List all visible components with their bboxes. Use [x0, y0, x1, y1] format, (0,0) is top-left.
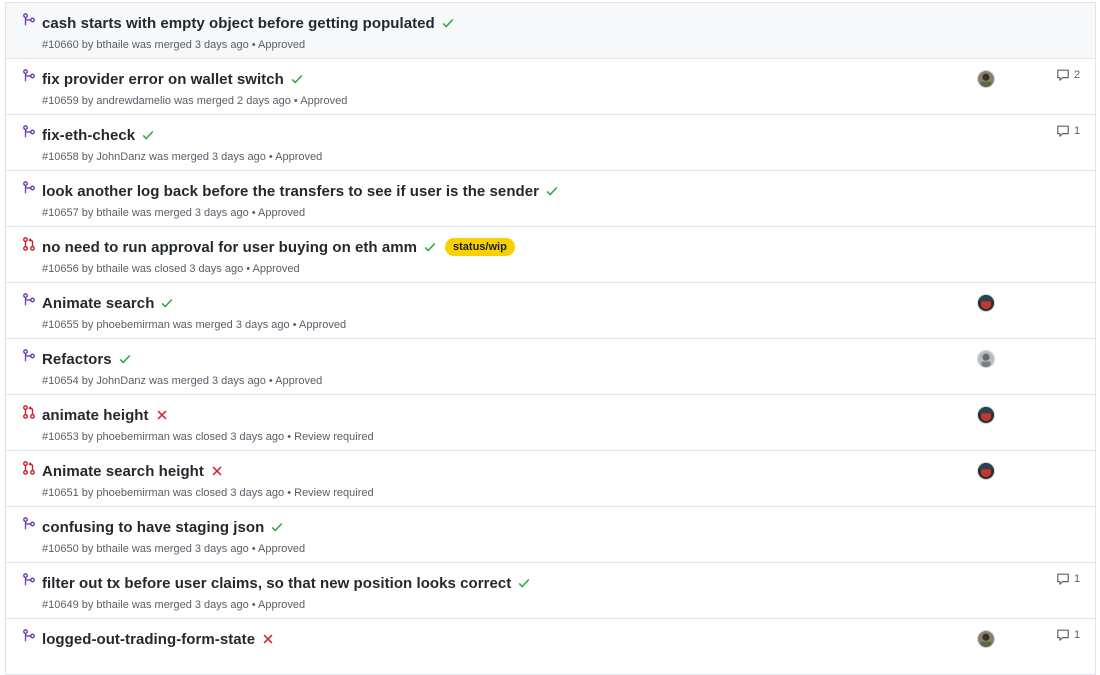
comments-link[interactable]: 1: [1056, 124, 1080, 138]
pull-request-row[interactable]: logged-out-trading-form-state 1: [6, 619, 1095, 675]
check-icon[interactable]: [545, 184, 559, 198]
pull-request-title[interactable]: fix provider error on wallet switch: [42, 71, 284, 88]
comments-link[interactable]: 1: [1056, 628, 1080, 642]
assignee-avatar[interactable]: [977, 294, 995, 312]
pull-request-row[interactable]: Refactors #10654 by JohnDanz was merged 3…: [6, 339, 1095, 395]
pull-request-list: cash starts with empty object before get…: [5, 2, 1096, 675]
pull-request-row[interactable]: cash starts with empty object before get…: [6, 3, 1095, 59]
pull-request-title[interactable]: look another log back before the transfe…: [42, 183, 539, 200]
pull-request-meta: #10657 by bthaile was merged 3 days ago …: [42, 207, 306, 219]
closed-pr-icon: [22, 237, 36, 251]
check-icon[interactable]: [118, 352, 132, 366]
label-badge[interactable]: status/wip: [445, 238, 515, 256]
comment-icon: [1056, 628, 1070, 642]
pull-request-row[interactable]: confusing to have staging json #10650 by …: [6, 507, 1095, 563]
merged-pr-icon: [22, 125, 36, 139]
merged-pr-icon: [22, 629, 36, 643]
title-line: fix-eth-check: [42, 125, 155, 145]
x-icon[interactable]: [155, 408, 169, 422]
pull-request-title[interactable]: Animate search height: [42, 463, 204, 480]
x-icon[interactable]: [261, 632, 275, 646]
title-line: cash starts with empty object before get…: [42, 13, 455, 33]
pull-request-title[interactable]: cash starts with empty object before get…: [42, 15, 435, 32]
pull-request-row[interactable]: fix-eth-check #10658 by JohnDanz was merg…: [6, 115, 1095, 171]
merged-pr-icon: [22, 181, 36, 195]
assignee-avatar[interactable]: [977, 462, 995, 480]
pull-request-row[interactable]: animate height #10653 by phoebemirman was…: [6, 395, 1095, 451]
pull-request-title[interactable]: no need to run approval for user buying …: [42, 239, 417, 256]
comment-count: 1: [1074, 125, 1081, 137]
closed-pr-icon: [22, 405, 36, 419]
pull-request-row[interactable]: look another log back before the transfe…: [6, 171, 1095, 227]
title-line: Animate search: [42, 293, 174, 313]
pull-request-meta: #10654 by JohnDanz was merged 3 days ago…: [42, 375, 323, 387]
title-line: logged-out-trading-form-state: [42, 629, 275, 649]
merged-pr-icon: [22, 517, 36, 531]
title-line: look another log back before the transfe…: [42, 181, 559, 201]
pull-request-title[interactable]: logged-out-trading-form-state: [42, 631, 255, 648]
check-icon[interactable]: [270, 520, 284, 534]
pull-request-row[interactable]: filter out tx before user claims, so tha…: [6, 563, 1095, 619]
closed-pr-icon: [22, 461, 36, 475]
merged-pr-icon: [22, 69, 36, 83]
comment-icon: [1056, 68, 1070, 82]
pull-request-title[interactable]: fix-eth-check: [42, 127, 135, 144]
title-line: Refactors: [42, 349, 132, 369]
comment-icon: [1056, 572, 1070, 586]
title-line: Animate search height: [42, 461, 224, 481]
comment-count: 2: [1074, 69, 1081, 81]
pull-request-title[interactable]: Animate search: [42, 295, 154, 312]
pull-request-row[interactable]: fix provider error on wallet switch #1065…: [6, 59, 1095, 115]
pull-request-row[interactable]: no need to run approval for user buying …: [6, 227, 1095, 283]
pull-request-title[interactable]: filter out tx before user claims, so tha…: [42, 575, 511, 592]
comment-count: 1: [1074, 629, 1081, 641]
pull-request-title[interactable]: animate height: [42, 407, 149, 424]
merged-pr-icon: [22, 349, 36, 363]
assignee-avatar[interactable]: [977, 70, 995, 88]
pull-request-title[interactable]: confusing to have staging json: [42, 519, 264, 536]
check-icon[interactable]: [441, 16, 455, 30]
assignee-avatar[interactable]: [977, 350, 995, 368]
comment-icon: [1056, 124, 1070, 138]
pull-request-meta: #10660 by bthaile was merged 3 days ago …: [42, 39, 306, 51]
check-icon[interactable]: [423, 240, 437, 254]
title-line: fix provider error on wallet switch: [42, 69, 304, 89]
check-icon[interactable]: [290, 72, 304, 86]
x-icon[interactable]: [210, 464, 224, 478]
merged-pr-icon: [22, 13, 36, 27]
pull-request-title[interactable]: Refactors: [42, 351, 112, 368]
assignee-avatar[interactable]: [977, 406, 995, 424]
pull-request-meta: #10658 by JohnDanz was merged 3 days ago…: [42, 151, 323, 163]
check-icon[interactable]: [141, 128, 155, 142]
pull-request-meta: #10659 by andrewdamelio was merged 2 day…: [42, 95, 348, 107]
title-line: animate height: [42, 405, 169, 425]
check-icon[interactable]: [517, 576, 531, 590]
comment-count: 1: [1074, 573, 1081, 585]
title-line: filter out tx before user claims, so tha…: [42, 573, 531, 593]
check-icon[interactable]: [160, 296, 174, 310]
pull-request-row[interactable]: Animate search #10655 by phoebemirman was…: [6, 283, 1095, 339]
title-line: no need to run approval for user buying …: [42, 237, 515, 257]
pull-request-meta: #10653 by phoebemirman was closed 3 days…: [42, 431, 374, 443]
pull-request-meta: #10656 by bthaile was closed 3 days ago …: [42, 263, 300, 275]
pull-request-meta: #10651 by phoebemirman was closed 3 days…: [42, 487, 374, 499]
merged-pr-icon: [22, 293, 36, 307]
pull-request-meta: #10649 by bthaile was merged 3 days ago …: [42, 599, 306, 611]
pull-request-meta: #10655 by phoebemirman was merged 3 days…: [42, 319, 347, 331]
assignee-avatar[interactable]: [977, 630, 995, 648]
comments-link[interactable]: 2: [1056, 68, 1080, 82]
pull-request-meta: #10650 by bthaile was merged 3 days ago …: [42, 543, 306, 555]
pull-request-row[interactable]: Animate search height #10651 by phoebemir…: [6, 451, 1095, 507]
title-line: confusing to have staging json: [42, 517, 284, 537]
comments-link[interactable]: 1: [1056, 572, 1080, 586]
merged-pr-icon: [22, 573, 36, 587]
